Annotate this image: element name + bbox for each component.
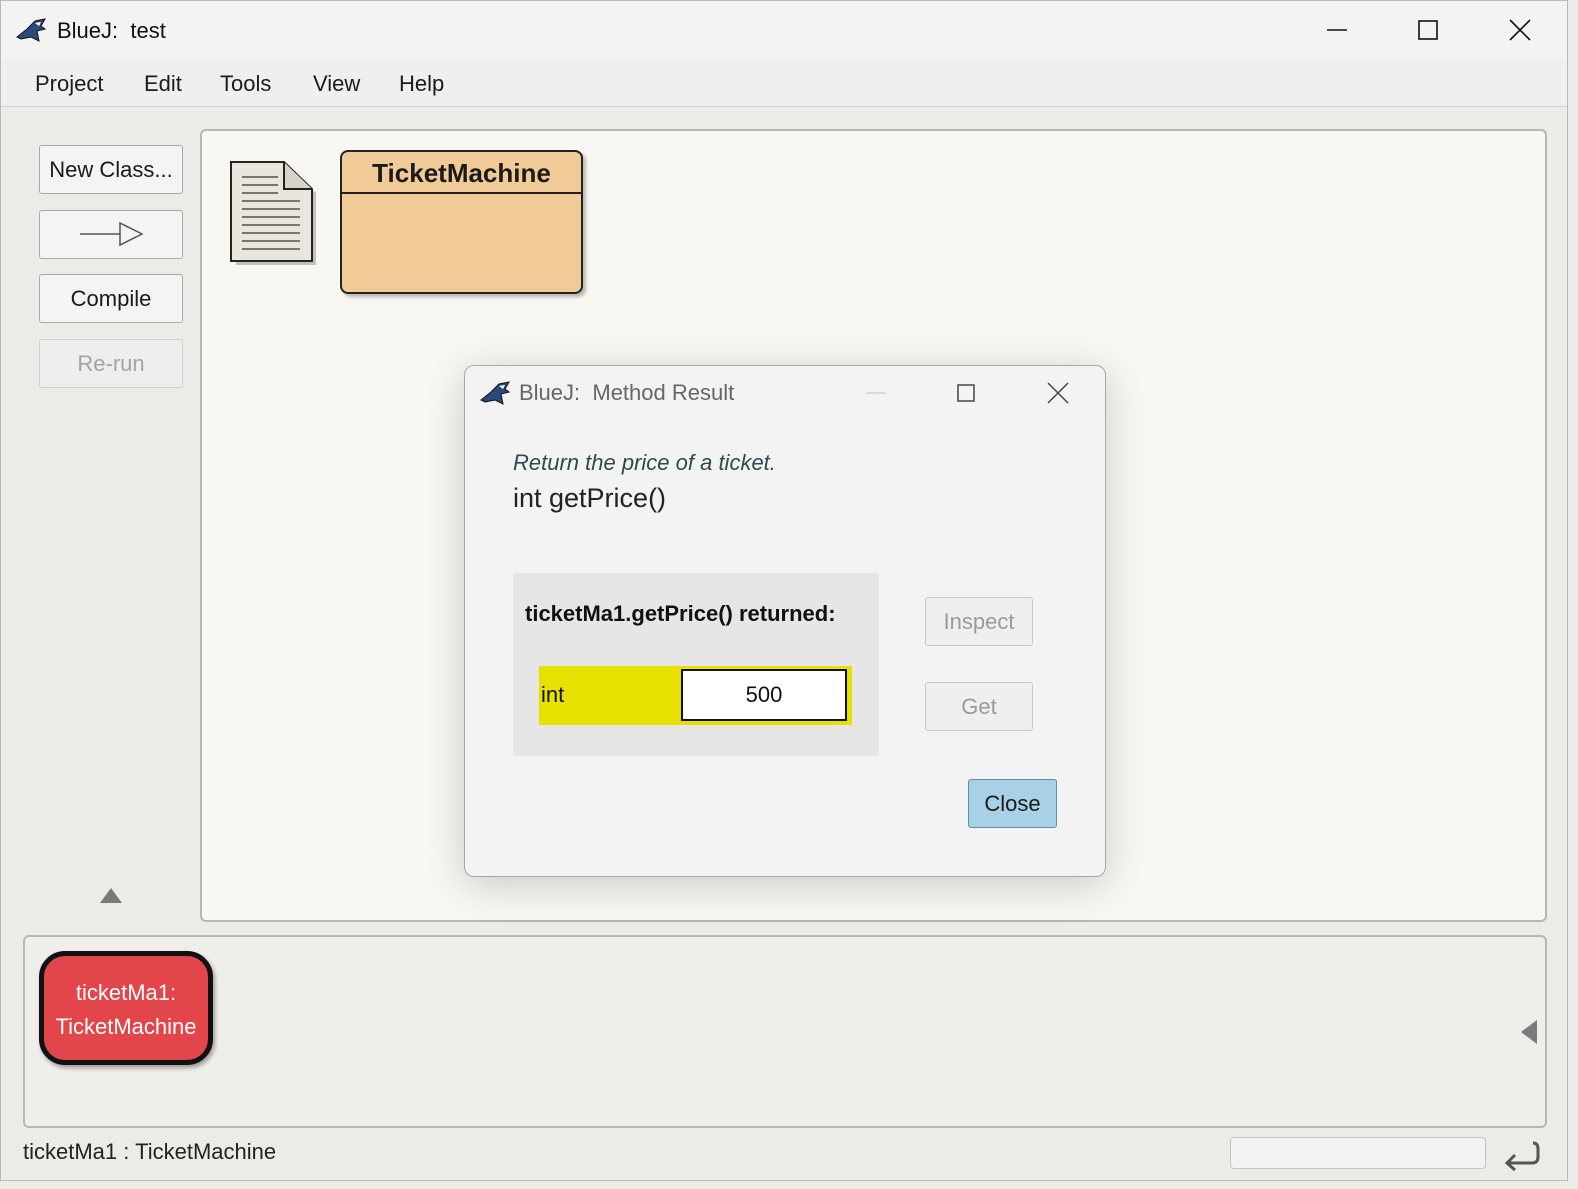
menu-bar: Project Edit Tools View Help — [1, 59, 1567, 107]
maximize-button[interactable] — [1398, 9, 1458, 51]
class-name-label: TicketMachine — [342, 152, 581, 194]
maximize-icon — [957, 384, 975, 402]
minimize-button[interactable] — [1307, 9, 1367, 51]
window-title: BlueJ: test — [57, 18, 166, 43]
method-signature: int getPrice() — [513, 483, 667, 513]
collapse-left-icon[interactable] — [1519, 1019, 1539, 1045]
menu-project[interactable]: Project — [35, 71, 103, 97]
dialog-maximize-button[interactable] — [941, 372, 991, 414]
result-value[interactable]: 500 — [681, 669, 847, 721]
minimize-icon — [1327, 29, 1347, 31]
title-bar: BlueJ: test — [1, 1, 1567, 59]
maximize-icon — [1418, 20, 1438, 40]
document-icon[interactable] — [230, 161, 316, 265]
class-ticketmachine[interactable]: TicketMachine — [340, 150, 583, 294]
object-name-label: ticketMa1: — [75, 980, 177, 1005]
result-row[interactable]: int 500 — [539, 666, 852, 725]
close-icon — [1047, 382, 1069, 404]
rerun-button[interactable]: Re-run — [39, 339, 183, 388]
new-inheritance-arrow-button[interactable] — [39, 210, 183, 259]
new-class-button[interactable]: New Class... — [39, 145, 183, 194]
close-button[interactable]: Close — [968, 779, 1057, 828]
bluej-main-window: BlueJ: test Project Edit Tools View Help… — [0, 0, 1568, 1181]
method-result-dialog: BlueJ: Method Result Return the price of… — [464, 365, 1106, 877]
bluej-bird-icon — [480, 381, 511, 405]
result-label: ticketMa1.getPrice() returned: — [525, 601, 836, 626]
result-type: int — [541, 682, 565, 707]
menu-tools[interactable]: Tools — [220, 71, 271, 97]
bluej-bird-icon — [16, 18, 47, 42]
dialog-title: BlueJ: Method Result — [519, 380, 735, 405]
minimize-icon — [866, 392, 886, 394]
object-bench[interactable] — [23, 935, 1547, 1128]
dialog-close-x-button[interactable] — [1033, 372, 1083, 414]
status-bar-text: ticketMa1 : TicketMachine — [23, 1139, 277, 1164]
close-icon — [1509, 19, 1531, 41]
menu-edit[interactable]: Edit — [144, 71, 182, 97]
inheritance-arrow-icon — [80, 221, 144, 247]
menu-help[interactable]: Help — [399, 71, 444, 97]
object-ticketma1[interactable]: ticketMa1: TicketMachine — [39, 951, 213, 1065]
status-progress-field — [1230, 1137, 1486, 1169]
result-panel: ticketMa1.getPrice() returned: int 500 — [513, 573, 879, 756]
collapse-up-icon[interactable] — [99, 885, 123, 905]
get-button[interactable]: Get — [925, 682, 1033, 731]
object-class-label: TicketMachine — [55, 1014, 197, 1039]
dialog-minimize-button[interactable] — [851, 372, 901, 414]
terminal-return-icon[interactable] — [1501, 1137, 1541, 1171]
inspect-button[interactable]: Inspect — [925, 597, 1033, 646]
compile-button[interactable]: Compile — [39, 274, 183, 323]
method-doc-comment: Return the price of a ticket. — [513, 450, 776, 475]
menu-view[interactable]: View — [313, 71, 360, 97]
close-window-button[interactable] — [1490, 9, 1550, 51]
